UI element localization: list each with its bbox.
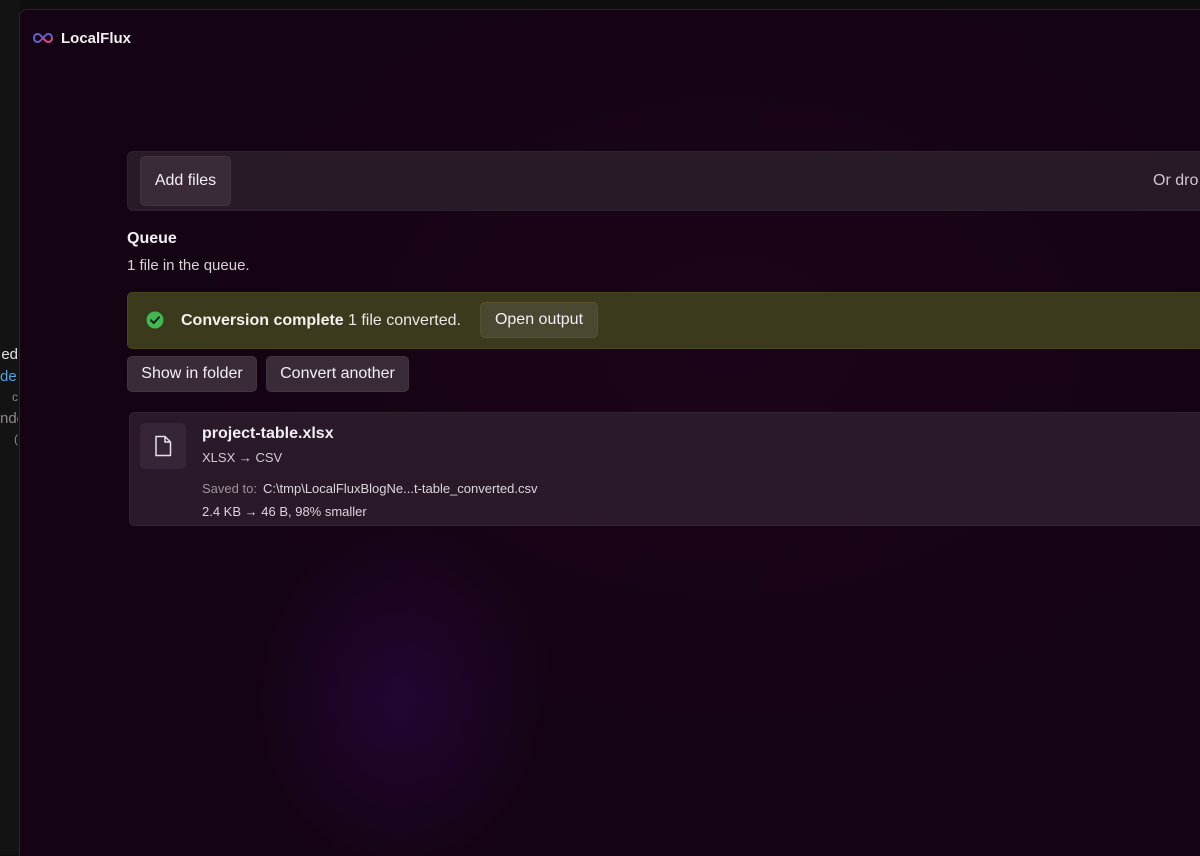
- background-link-text: de,: [0, 368, 18, 385]
- infinity-logo-icon: [33, 32, 53, 44]
- open-output-button[interactable]: Open output: [480, 302, 598, 338]
- status-title: Conversion complete: [181, 312, 344, 329]
- file-conversion-type: XLSX → CSV: [202, 450, 283, 465]
- document-icon: [155, 435, 172, 457]
- app-title: LocalFlux: [61, 30, 132, 47]
- convert-another-button[interactable]: Convert another: [266, 356, 409, 392]
- file-dropzone[interactable]: Add files Or dro: [127, 151, 1200, 211]
- saved-path[interactable]: C:\tmp\LocalFluxBlogNe...t-table_convert…: [263, 481, 538, 496]
- conversion-status-banner: Conversion complete 1 file converted. Op…: [127, 292, 1200, 349]
- background-text: (: [14, 432, 18, 446]
- saved-path-row: Saved to: C:\tmp\LocalFluxBlogNe...t-tabl…: [202, 481, 538, 496]
- title-bar[interactable]: LocalFlux: [20, 10, 1200, 66]
- check-circle-icon: [146, 311, 164, 329]
- show-in-folder-button[interactable]: Show in folder: [127, 356, 257, 392]
- background-text: nde: [0, 410, 18, 427]
- file-list-item: project-table.xlsx XLSX → CSV Saved to: C…: [129, 412, 1200, 526]
- background-text: ed: [1, 346, 18, 363]
- queue-count-text: 1 file in the queue.: [127, 257, 250, 274]
- app-window: LocalFlux Add files Or dro Queue 1 file …: [19, 9, 1200, 856]
- background-text: c: [12, 390, 18, 404]
- status-message: 1 file converted.: [348, 312, 461, 329]
- queue-heading: Queue: [127, 230, 177, 247]
- file-name: project-table.xlsx: [202, 425, 334, 442]
- drop-hint-text: Or dro: [1153, 172, 1199, 189]
- file-icon-container: [140, 423, 186, 469]
- file-size-info: 2.4 KB → 46 B, 98% smaller: [202, 504, 367, 519]
- add-files-button[interactable]: Add files: [140, 156, 231, 206]
- background-window: [0, 0, 20, 855]
- saved-label: Saved to:: [202, 481, 257, 496]
